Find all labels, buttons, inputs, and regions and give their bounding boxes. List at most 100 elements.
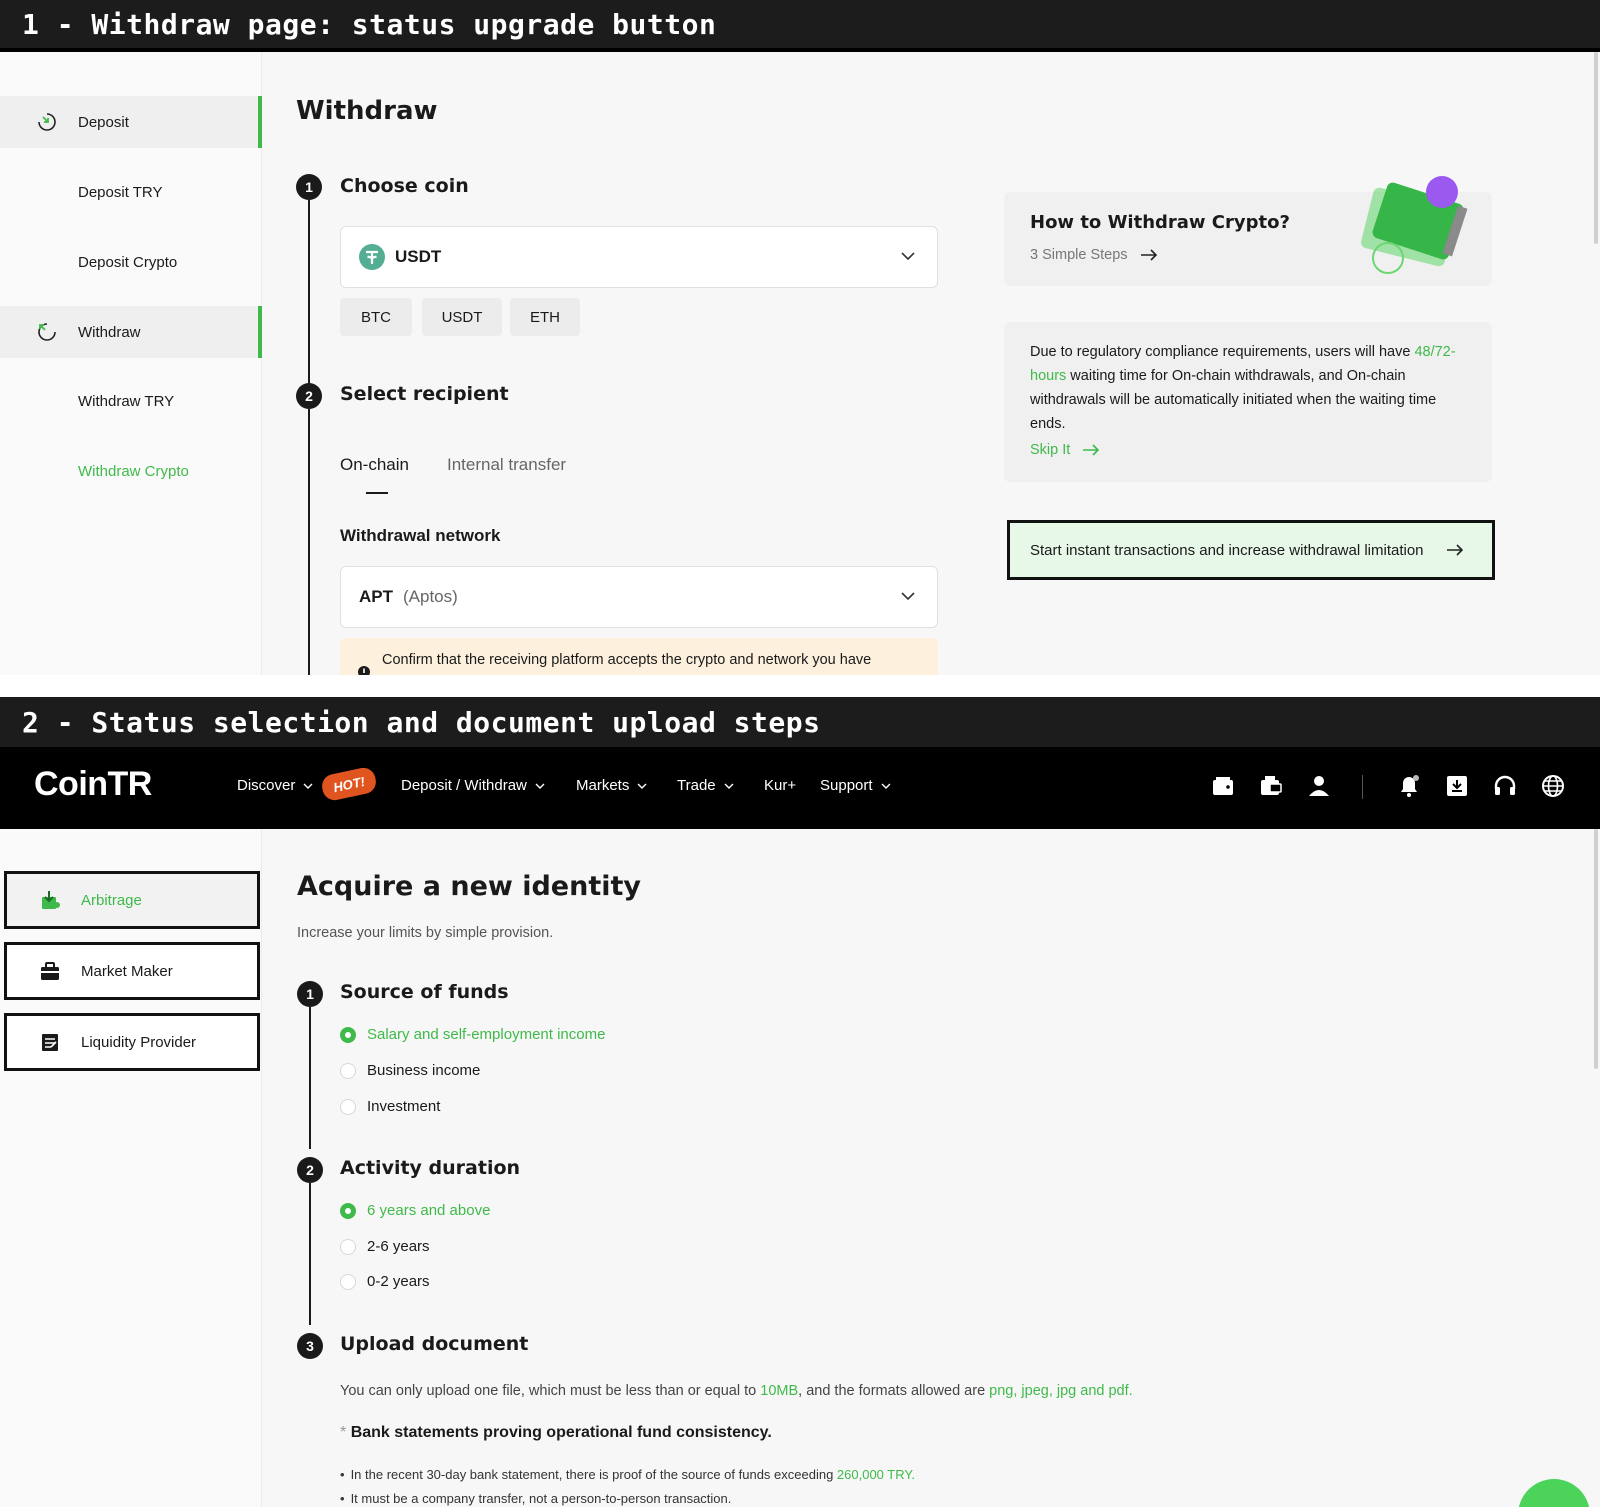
increase-limit-button[interactable]: Start instant transactions and increase …	[1007, 520, 1495, 580]
radio-salary[interactable]	[340, 1027, 356, 1043]
skip-it-label: Skip It	[1030, 442, 1071, 458]
arrow-right-icon	[1140, 249, 1157, 261]
step-connector	[309, 1007, 311, 1149]
nav-discover[interactable]: Discover	[237, 777, 313, 794]
compliance-text-part: Due to regulatory compliance requirement…	[1030, 344, 1411, 360]
globe-icon[interactable]	[1540, 773, 1566, 799]
role-liquidity-provider[interactable]: Liquidity Provider	[4, 1013, 260, 1071]
nav-label: Discover	[237, 777, 296, 794]
cointr-logo[interactable]: CoinTR	[34, 765, 152, 804]
chat-support-button[interactable]	[1518, 1479, 1590, 1507]
role-arbitrage[interactable]: Arbitrage	[4, 871, 260, 929]
max-size-highlight: 10MB	[760, 1383, 799, 1399]
requirement-bullet: • It must be a company transfer, not a pe…	[340, 1491, 732, 1506]
assets-icon[interactable]	[1258, 773, 1284, 799]
bullet-text: It must be a company transfer, not a per…	[350, 1491, 732, 1506]
coin-chip-eth[interactable]: ETH	[510, 298, 580, 336]
how-to-card[interactable]: How to Withdraw Crypto? 3 Simple Steps	[1004, 176, 1492, 286]
page-title: Withdraw	[296, 96, 438, 126]
chevron-down-icon	[881, 783, 891, 789]
sidebar-item-label: Deposit TRY	[78, 183, 163, 201]
network-name: (Aptos)	[403, 587, 458, 606]
chevron-down-icon	[303, 783, 313, 789]
requirement-bullet: • In the recent 30-day bank statement, th…	[340, 1467, 915, 1482]
wallet-icon[interactable]	[1210, 773, 1236, 799]
radio-investment[interactable]	[340, 1099, 356, 1115]
document-stack-icon	[42, 1034, 58, 1051]
user-icon[interactable]	[1306, 773, 1332, 799]
nav-support[interactable]: Support	[820, 777, 891, 794]
role-label: Arbitrage	[81, 891, 142, 909]
step-number: 3	[297, 1333, 323, 1359]
nav-deposit-withdraw[interactable]: Deposit / Withdraw	[401, 777, 545, 794]
page-subtitle: Increase your limits by simple provision…	[297, 925, 554, 941]
nav-label: Markets	[576, 777, 630, 794]
scrollbar[interactable]	[1594, 829, 1598, 1069]
scrollbar[interactable]	[1594, 52, 1598, 244]
formats-highlight: png, jpeg, jpg and pdf.	[989, 1383, 1133, 1399]
headset-icon[interactable]	[1492, 773, 1518, 799]
nav-label: Trade	[677, 777, 716, 794]
download-icon[interactable]	[1444, 773, 1470, 799]
radio-label: 0-2 years	[367, 1273, 430, 1290]
nav-trade[interactable]: Trade	[677, 777, 734, 794]
sidebar-item-label: Withdraw TRY	[78, 392, 175, 410]
radio-2-6-years[interactable]	[340, 1239, 356, 1255]
tab-internal-transfer[interactable]: Internal transfer	[447, 455, 566, 475]
role-market-maker[interactable]: Market Maker	[4, 942, 260, 1000]
radio-label: Business income	[367, 1062, 481, 1079]
sidebar-item-deposit[interactable]: Deposit	[0, 96, 262, 148]
network-code: APT	[359, 587, 393, 606]
sidebar-item-deposit-crypto[interactable]: Deposit Crypto	[0, 236, 262, 288]
section-gap	[0, 675, 1600, 697]
radio-6-years-above[interactable]	[340, 1203, 356, 1219]
upload-rules-text: , and the formats allowed are	[798, 1383, 990, 1399]
radio-business-income[interactable]	[340, 1063, 356, 1079]
bell-icon[interactable]	[1396, 773, 1422, 799]
requirement-heading: * Bank statements proving operational fu…	[340, 1424, 772, 1442]
compliance-card: Due to regulatory compliance requirement…	[1004, 322, 1492, 482]
sidebar-item-label: Withdraw	[78, 323, 141, 341]
role-label: Market Maker	[81, 962, 173, 980]
role-label: Liquidity Provider	[81, 1033, 197, 1051]
tab-on-chain[interactable]: On-chain	[340, 455, 409, 475]
step-connector	[308, 200, 310, 384]
sidebar-item-withdraw[interactable]: Withdraw	[0, 306, 262, 358]
withdraw-icon	[38, 323, 56, 341]
network-notice: Confirm that the receiving platform acce…	[340, 638, 938, 675]
deposit-icon	[38, 113, 56, 131]
step-label: Upload document	[340, 1333, 529, 1355]
radio-label: 6 years and above	[367, 1202, 491, 1219]
radio-0-2-years[interactable]	[340, 1274, 356, 1290]
coin-chip-usdt[interactable]: USDT	[422, 298, 502, 336]
page-title: Acquire a new identity	[297, 871, 642, 902]
step-label: Choose coin	[340, 175, 469, 197]
skip-it-link[interactable]: Skip It	[1030, 442, 1100, 458]
radio-label: Salary and self-employment income	[367, 1026, 606, 1043]
sidebar: Deposit Deposit TRY Deposit Crypto Withd…	[0, 52, 262, 675]
step-connector	[308, 409, 310, 675]
sidebar-item-withdraw-crypto[interactable]: Withdraw Crypto	[0, 445, 262, 497]
info-icon	[358, 666, 370, 675]
coin-chip-btc[interactable]: BTC	[340, 298, 412, 336]
step-number: 1	[296, 174, 322, 200]
nav-markets[interactable]: Markets	[576, 777, 647, 794]
tether-icon	[359, 244, 385, 270]
network-select[interactable]: APT (Aptos)	[340, 566, 938, 628]
sidebar-item-label: Deposit	[78, 113, 129, 131]
sidebar-item-deposit-try[interactable]: Deposit TRY	[0, 166, 262, 218]
coin-select[interactable]: USDT	[340, 226, 938, 288]
nav-kur-plus[interactable]: Kur+	[764, 777, 796, 794]
chevron-down-icon	[637, 783, 647, 789]
section-banner-2: 2 - Status selection and document upload…	[0, 697, 1600, 747]
bullet-text: In the recent 30-day bank statement, the…	[350, 1467, 837, 1482]
step-number: 1	[297, 981, 323, 1007]
sidebar-item-withdraw-try[interactable]: Withdraw TRY	[0, 375, 262, 427]
sidebar-item-label: Deposit Crypto	[78, 253, 178, 271]
how-to-title: How to Withdraw Crypto?	[1030, 212, 1290, 233]
step-number: 2	[296, 383, 322, 409]
requirement-text: Bank statements proving operational fund…	[350, 1424, 772, 1441]
nav-divider	[1362, 775, 1363, 799]
role-sidebar: Arbitrage Market Maker Liquidity Provide…	[0, 829, 262, 1507]
how-to-subtitle[interactable]: 3 Simple Steps	[1030, 247, 1158, 263]
